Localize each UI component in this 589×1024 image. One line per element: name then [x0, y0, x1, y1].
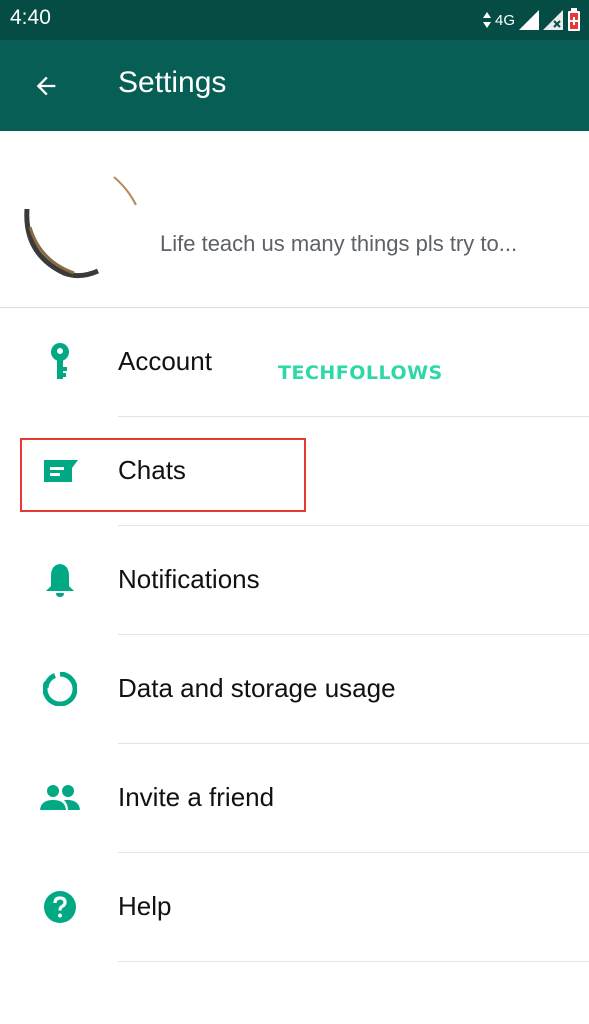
- back-button[interactable]: [22, 62, 70, 110]
- key-icon: [38, 342, 82, 382]
- status-bar: 4:40 4G: [0, 0, 589, 40]
- bell-icon: [38, 560, 82, 600]
- profile-row[interactable]: Life teach us many things pls try to...: [0, 131, 589, 307]
- status-icons: 4G: [482, 7, 581, 33]
- signal-icon: [519, 10, 539, 30]
- menu-label: Invite a friend: [118, 782, 275, 812]
- watermark: TECHFOLLOWS: [278, 362, 443, 384]
- menu-label: Data and storage usage: [118, 673, 396, 703]
- status-time: 4:40: [10, 6, 51, 29]
- people-icon: [38, 778, 82, 818]
- menu-label: Account: [118, 346, 212, 376]
- arrow-back-icon: [36, 76, 56, 96]
- data-transfer-icon: [482, 12, 491, 28]
- highlight-box: [20, 438, 306, 512]
- menu-item-notifications[interactable]: Notifications: [0, 526, 589, 635]
- avatar[interactable]: [22, 169, 140, 279]
- divider: [118, 961, 589, 962]
- help-icon: [38, 887, 82, 927]
- menu-label: Notifications: [118, 564, 260, 594]
- menu-item-invite[interactable]: Invite a friend: [0, 744, 589, 853]
- menu-item-data-storage[interactable]: Data and storage usage: [0, 635, 589, 744]
- profile-status: Life teach us many things pls try to...: [160, 231, 518, 256]
- signal-no-service-icon: [543, 10, 563, 30]
- page-title: Settings: [118, 66, 227, 99]
- app-bar: Settings: [0, 40, 589, 131]
- menu-item-help[interactable]: Help: [0, 853, 589, 962]
- menu-label: Help: [118, 891, 172, 921]
- battery-icon: [568, 8, 580, 31]
- network-type: 4G: [494, 11, 515, 29]
- data-usage-icon: [38, 669, 82, 709]
